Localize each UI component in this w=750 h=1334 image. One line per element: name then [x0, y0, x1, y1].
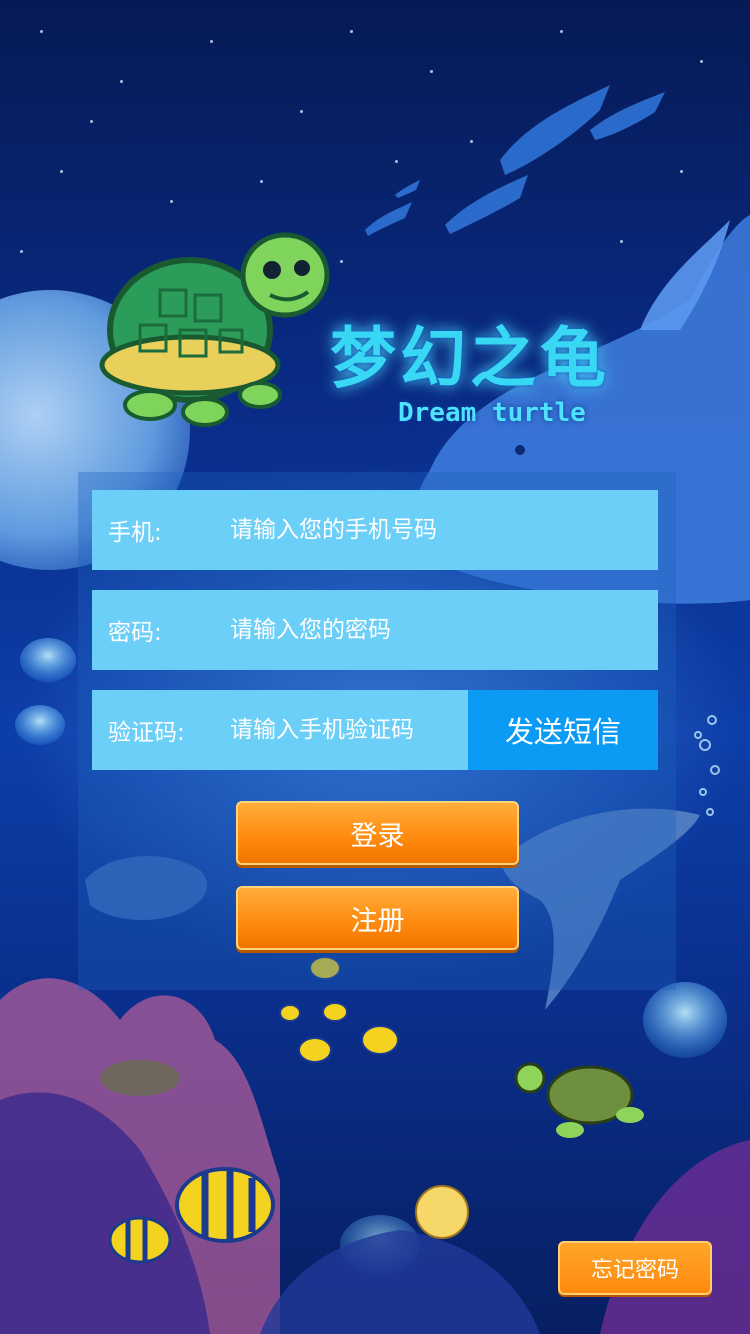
password-row: 密码:: [92, 589, 658, 671]
turtle-logo-shape: [99, 232, 330, 427]
puffer-fish-shape: [415, 1185, 469, 1239]
verification-code-row: 验证码: 发送短信: [92, 689, 658, 771]
verification-code-label: 验证码:: [108, 720, 185, 746]
phone-input[interactable]: [230, 489, 658, 571]
forgot-password-button[interactable]: 忘记密码: [558, 1241, 712, 1295]
password-input[interactable]: [230, 589, 658, 671]
login-button[interactable]: 登录: [236, 801, 519, 865]
register-button[interactable]: 注册: [236, 886, 519, 950]
password-label: 密码:: [108, 620, 162, 646]
verification-code-input[interactable]: [230, 689, 472, 771]
app-logo-title: 梦幻之龟: [330, 320, 610, 397]
send-sms-button[interactable]: 发送短信: [468, 690, 658, 770]
fish-school-shape: [365, 85, 665, 236]
phone-label: 手机:: [108, 520, 162, 546]
phone-row: 手机:: [92, 489, 658, 571]
small-turtle-shape: [514, 1062, 644, 1138]
app-logo-subtitle: Dream turtle: [398, 398, 586, 428]
